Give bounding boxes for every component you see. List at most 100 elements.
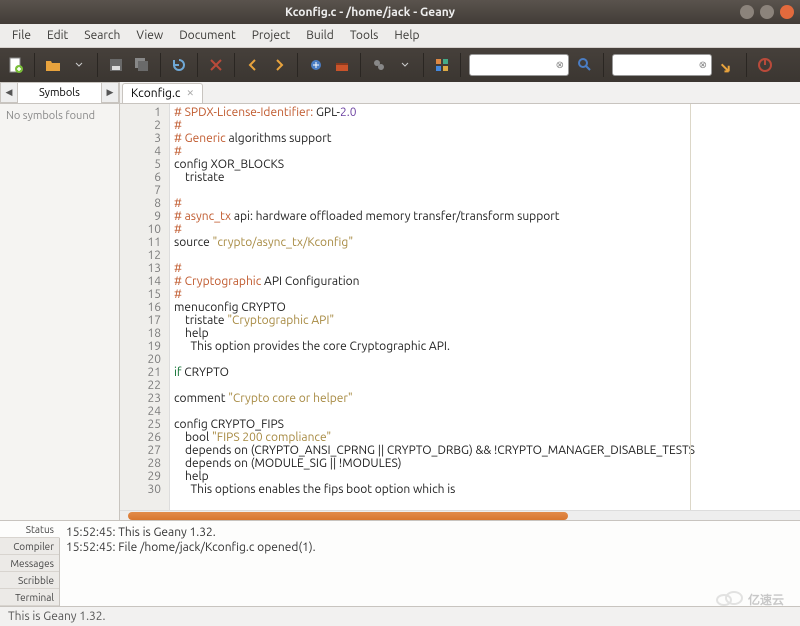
run-button[interactable] [367,53,391,77]
code-line: comment "Crypto core or helper" [174,392,796,405]
code-line: # [174,145,796,158]
color-chooser-button[interactable] [430,53,454,77]
goto-field[interactable]: ⊗ [612,54,712,76]
code-line: help [174,327,796,340]
message-output[interactable]: 15:52:45: This is Geany 1.32.15:52:45: F… [60,521,800,606]
code-line: if CRYPTO [174,366,796,379]
code-line: # [174,119,796,132]
bottom-tab-scribble[interactable]: Scribble [0,572,59,589]
message-pane: StatusCompilerMessagesScribbleTerminal 1… [0,520,800,606]
code-line: bool "FIPS 200 compliance" [174,431,796,444]
code-line: # [174,262,796,275]
scrollbar-thumb[interactable] [128,512,568,520]
line-gutter: 1 2 3 4 5 6 7 8 9 10 11 12 13 14 15 16 1… [120,104,170,510]
menu-edit[interactable]: Edit [39,27,76,44]
code-line: # Cryptographic API Configuration [174,275,796,288]
message-line: 15:52:45: This is Geany 1.32. [66,525,794,540]
code-line: menuconfig CRYPTO [174,301,796,314]
goto-input[interactable] [617,59,699,71]
tab-label: Kconfig.c [131,87,180,100]
goto-line-button[interactable] [716,53,740,77]
code-line [174,249,796,262]
code-line [174,405,796,418]
code-line: config CRYPTO_FIPS [174,418,796,431]
message-line: 15:52:45: File /home/jack/Kconfig.c open… [66,540,794,555]
sidebar-tab-prev[interactable]: ◀ [0,82,18,103]
titlebar: Kconfig.c - /home/jack - Geany [0,0,800,24]
menu-document[interactable]: Document [171,27,243,44]
bottom-tab-messages[interactable]: Messages [0,555,59,572]
close-button[interactable] [780,5,794,19]
sidebar-empty-text: No symbols found [0,104,119,128]
menu-help[interactable]: Help [386,27,427,44]
code-line [174,184,796,197]
menu-view[interactable]: View [128,27,171,44]
separator [460,53,461,77]
close-file-button[interactable] [204,53,228,77]
open-dropdown[interactable] [67,53,91,77]
new-file-button[interactable] [4,53,28,77]
save-all-button[interactable] [130,53,154,77]
sidebar-tab-symbols[interactable]: Symbols [18,82,101,103]
menu-build[interactable]: Build [298,27,342,44]
search-input[interactable] [474,59,556,71]
code-area[interactable]: 1 2 3 4 5 6 7 8 9 10 11 12 13 14 15 16 1… [120,104,800,510]
nav-forward-button[interactable] [267,53,291,77]
code-line: tristate "Cryptographic API" [174,314,796,327]
message-tabs: StatusCompilerMessagesScribbleTerminal [0,521,60,606]
code-line: help [174,470,796,483]
code-line: # async_tx api: hardware offloaded memor… [174,210,796,223]
bottom-tab-terminal[interactable]: Terminal [0,589,59,606]
bottom-tab-compiler[interactable]: Compiler [0,538,59,555]
minimize-button[interactable] [740,5,754,19]
code-line: # [174,288,796,301]
code-line: depends on (CRYPTO_ANSI_CPRNG || CRYPTO_… [174,444,796,457]
reload-button[interactable] [167,53,191,77]
maximize-button[interactable] [760,5,774,19]
build-button[interactable] [330,53,354,77]
toolbar: ⊗ ⊗ [0,48,800,82]
code-line: This options enables the fips boot optio… [174,483,796,496]
bottom-tab-status[interactable]: Status [0,521,60,538]
separator [360,53,361,77]
separator [234,53,235,77]
code-line: # [174,223,796,236]
sidebar-tab-next[interactable]: ▶ [101,82,119,103]
separator [97,53,98,77]
editor: Kconfig.c ✕ 1 2 3 4 5 6 7 8 9 10 11 12 1… [120,82,800,520]
separator [160,53,161,77]
menu-project[interactable]: Project [244,27,299,44]
run-dropdown[interactable] [393,53,417,77]
tab-close-icon[interactable]: ✕ [186,88,194,99]
code-line: tristate [174,171,796,184]
separator [423,53,424,77]
quit-button[interactable] [753,53,777,77]
search-button[interactable] [573,53,597,77]
save-button[interactable] [104,53,128,77]
clear-search-icon[interactable]: ⊗ [556,59,564,71]
horizontal-scrollbar[interactable] [120,510,800,520]
search-field[interactable]: ⊗ [469,54,569,76]
document-tabs: Kconfig.c ✕ [120,82,800,104]
status-text: This is Geany 1.32. [8,610,106,623]
tab-kconfig[interactable]: Kconfig.c ✕ [122,83,203,103]
separator [603,53,604,77]
nav-back-button[interactable] [241,53,265,77]
menu-tools[interactable]: Tools [342,27,387,44]
code-line: # [174,197,796,210]
compile-button[interactable] [304,53,328,77]
right-margin [690,104,691,510]
separator [746,53,747,77]
watermark: 亿速云 [716,590,784,608]
sidebar: ◀ Symbols ▶ No symbols found [0,82,120,520]
open-file-button[interactable] [41,53,65,77]
menu-search[interactable]: Search [76,27,128,44]
code-line: # Generic algorithms support [174,132,796,145]
code-source[interactable]: # SPDX-License-Identifier: GPL-2.0## Gen… [170,104,800,510]
separator [197,53,198,77]
menu-file[interactable]: File [4,27,39,44]
clear-goto-icon[interactable]: ⊗ [699,59,707,71]
separator [34,53,35,77]
code-line [174,353,796,366]
separator [297,53,298,77]
